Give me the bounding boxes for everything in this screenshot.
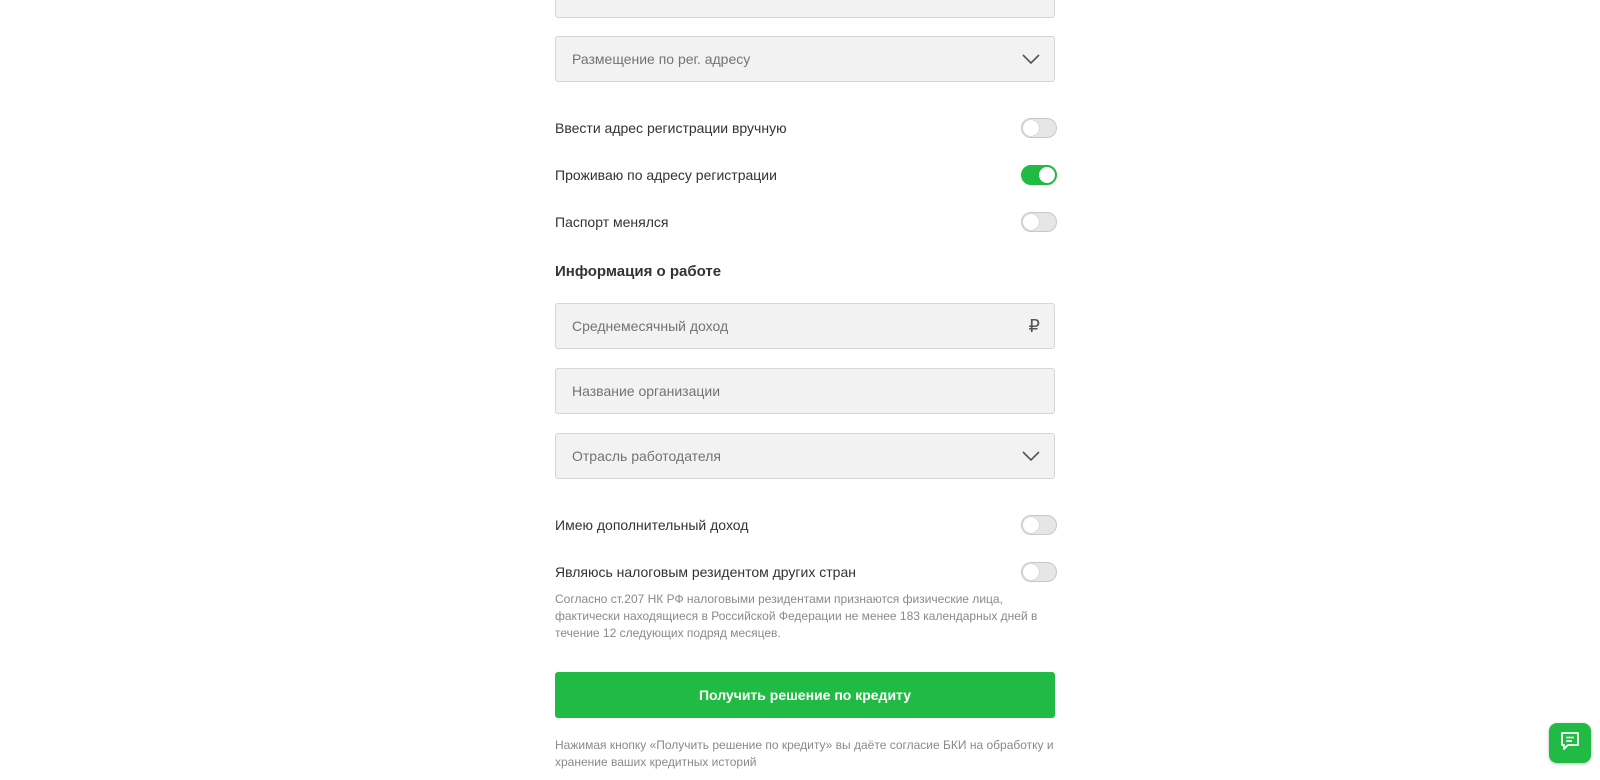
live-at-registration-toggle[interactable]	[1021, 165, 1057, 185]
passport-changed-toggle[interactable]	[1021, 212, 1057, 232]
organization-name-input[interactable]: Название организации	[555, 368, 1055, 414]
monthly-income-placeholder: Среднемесячный доход	[572, 318, 729, 334]
passport-changed-row: Паспорт менялся	[555, 211, 1057, 233]
passport-changed-label: Паспорт менялся	[555, 214, 669, 230]
live-at-registration-row: Проживаю по адресу регистрации	[555, 164, 1057, 186]
work-info-heading: Информация о работе	[555, 263, 722, 280]
tax-resident-note: Согласно ст.207 НК РФ налоговыми резиден…	[555, 592, 1038, 640]
registration-placement-select[interactable]: Размещение по рег. адресу	[555, 36, 1055, 82]
registration-placement-placeholder: Размещение по рег. адресу	[572, 51, 751, 67]
tax-resident-label: Являюсь налоговым резидентом других стра…	[555, 564, 856, 580]
toggle-knob	[1023, 517, 1039, 533]
chat-button[interactable]	[1549, 723, 1591, 763]
tax-resident-toggle[interactable]	[1021, 562, 1057, 582]
additional-income-label: Имею дополнительный доход	[555, 517, 749, 533]
chevron-down-icon	[1022, 434, 1040, 478]
chat-icon	[1559, 730, 1581, 757]
manual-address-toggle[interactable]	[1021, 118, 1057, 138]
page: Размещение по рег. адресу Ввести адрес р…	[0, 0, 1600, 780]
manual-address-label: Ввести адрес регистрации вручную	[555, 120, 787, 136]
toggle-knob	[1023, 120, 1039, 136]
organization-name-placeholder: Название организации	[572, 383, 721, 399]
get-credit-decision-button[interactable]: Получить решение по кредиту	[555, 672, 1055, 718]
ruble-icon: ₽	[1028, 315, 1040, 337]
additional-income-toggle[interactable]	[1021, 515, 1057, 535]
tax-resident-row: Являюсь налоговым резидентом других стра…	[555, 561, 1057, 583]
monthly-income-input[interactable]: Среднемесячный доход ₽	[555, 303, 1055, 349]
consent-note: Нажимая кнопку «Получить решение по кред…	[555, 738, 1054, 769]
additional-income-row: Имею дополнительный доход	[555, 514, 1057, 536]
employer-industry-select[interactable]: Отрасль работодателя	[555, 433, 1055, 479]
toggle-knob	[1023, 214, 1039, 230]
employer-industry-placeholder: Отрасль работодателя	[572, 448, 722, 464]
previous-field[interactable]	[555, 0, 1055, 18]
manual-address-row: Ввести адрес регистрации вручную	[555, 117, 1057, 139]
live-at-registration-label: Проживаю по адресу регистрации	[555, 167, 777, 183]
toggle-knob	[1039, 167, 1055, 183]
toggle-knob	[1023, 564, 1039, 580]
chevron-down-icon	[1022, 37, 1040, 81]
